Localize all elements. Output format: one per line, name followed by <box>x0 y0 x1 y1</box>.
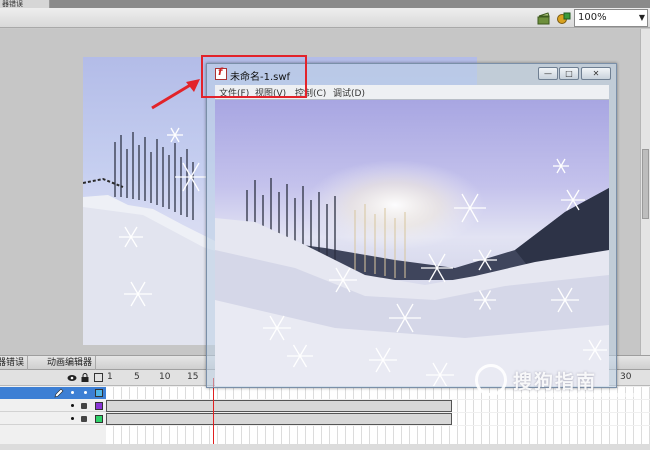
eye-icon[interactable] <box>67 374 77 382</box>
pencil-icon <box>54 388 64 398</box>
swf-content[interactable] <box>215 100 609 386</box>
edit-symbols-icon[interactable] <box>556 10 572 26</box>
title-highlight-box <box>201 55 307 98</box>
top-strip: 器错误 <box>0 0 650 8</box>
layer-color-box[interactable] <box>95 402 103 410</box>
layer-color-box[interactable] <box>95 389 103 397</box>
stage-toolbar: 100% ▼ <box>0 8 650 28</box>
minimize-button[interactable]: — <box>538 67 558 80</box>
chevron-down-icon: ▼ <box>638 13 645 22</box>
swf-winter-scene <box>215 158 609 386</box>
tab-motion-editor[interactable]: 动画编辑器 <box>44 356 97 370</box>
vertical-scrollbar[interactable] <box>640 29 650 355</box>
watermark-logo: 搜狗指南 <box>475 362 645 402</box>
lock-dot[interactable] <box>84 391 87 394</box>
visibility-dot[interactable] <box>71 391 74 394</box>
swf-player-window[interactable]: 未命名-1.swf — □ ✕ 文件(F) 视图(V) 控制(C) 调试(D) <box>206 63 617 388</box>
frame-span[interactable] <box>106 400 452 412</box>
layer-color-box[interactable] <box>95 415 103 423</box>
watermark-underline <box>515 393 641 397</box>
horizontal-scrollbar[interactable] <box>0 444 650 450</box>
layer-label[interactable] <box>0 400 106 412</box>
frame-number: 15 <box>187 372 199 382</box>
tab-compiler-errors[interactable]: 器错误 <box>0 356 29 370</box>
edit-scene-icon[interactable] <box>536 10 552 26</box>
frame-number: 10 <box>159 372 171 382</box>
document-tab[interactable]: 器错误 <box>0 0 50 8</box>
layer-label-selected[interactable] <box>0 387 106 399</box>
lock-icon[interactable] <box>81 403 87 409</box>
watermark-text: 搜狗指南 <box>513 371 598 393</box>
red-arrow-icon <box>151 79 200 110</box>
visibility-dot[interactable] <box>71 417 74 420</box>
outline-toggle-icon[interactable] <box>94 373 103 382</box>
layer-label[interactable] <box>0 413 106 425</box>
timeline-layer-row[interactable] <box>0 413 650 425</box>
menu-debug[interactable]: 调试(D) <box>333 86 365 99</box>
zoom-value: 100% <box>578 12 607 23</box>
frame-number: 5 <box>134 372 140 382</box>
lock-icon[interactable] <box>81 373 89 382</box>
frame-number: 1 <box>107 372 113 382</box>
visibility-dot[interactable] <box>71 404 74 407</box>
maximize-button[interactable]: □ <box>559 67 579 80</box>
close-button[interactable]: ✕ <box>581 67 611 80</box>
frame-span[interactable] <box>106 413 452 425</box>
lock-icon[interactable] <box>81 416 87 422</box>
scrollbar-thumb[interactable] <box>642 149 649 219</box>
playhead[interactable] <box>213 378 214 450</box>
zoom-select[interactable]: 100% ▼ <box>574 9 648 27</box>
sogou-logo-icon <box>475 364 507 396</box>
